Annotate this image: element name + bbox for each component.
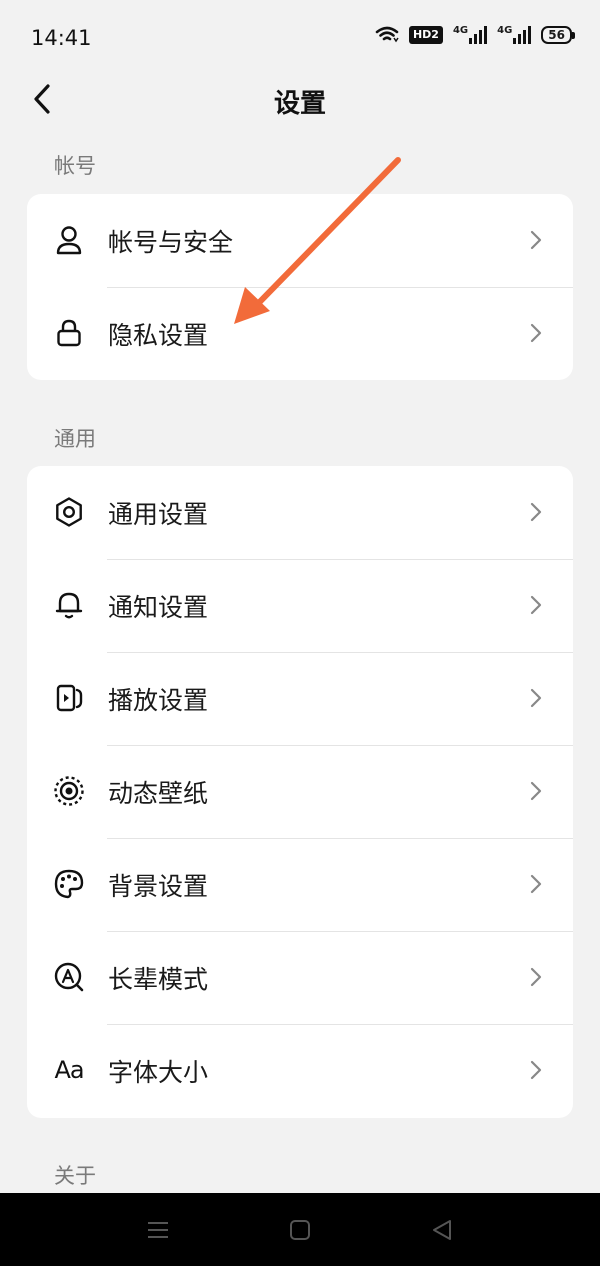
settings-row-label: 通知设置	[108, 592, 209, 622]
font-size-icon: Aa	[54, 1056, 84, 1084]
top-bar: 设置	[0, 75, 600, 125]
section-label-about: 关于	[54, 1164, 96, 1188]
palette-icon	[53, 868, 85, 900]
section-label-general: 通用	[54, 427, 96, 451]
settings-row-playback[interactable]: 播放设置	[27, 652, 573, 745]
settings-row-dynamic-wallpaper[interactable]: 动态壁纸	[27, 745, 573, 838]
settings-row-label: 长辈模式	[108, 964, 209, 994]
settings-row-notification[interactable]: 通知设置	[27, 559, 573, 652]
chevron-right-icon	[530, 230, 542, 250]
chevron-right-icon	[530, 874, 542, 894]
settings-row-label: 通用设置	[108, 499, 209, 529]
chevron-right-icon	[530, 502, 542, 522]
person-icon	[53, 224, 85, 256]
elder-mode-icon	[53, 961, 85, 993]
gear-icon	[53, 496, 85, 528]
settings-row-label: 播放设置	[108, 685, 209, 715]
home-icon[interactable]	[288, 1219, 312, 1241]
settings-row-label: 字体大小	[108, 1057, 209, 1087]
status-bar: 14:41 HD2 4G 4G 56	[0, 0, 600, 75]
bell-icon	[53, 589, 85, 621]
signal-4g-1-label: 4G	[452, 25, 469, 36]
settings-row-privacy[interactable]: 隐私设置	[27, 287, 573, 380]
settings-row-account-security[interactable]: 帐号与安全	[27, 194, 573, 287]
hd-voice-badge: HD2	[408, 26, 443, 44]
chevron-right-icon	[530, 595, 542, 615]
signal-4g-1-icon: 4G	[452, 25, 488, 44]
settings-row-label: 隐私设置	[108, 320, 209, 350]
lock-icon	[53, 317, 85, 349]
settings-row-label: 动态壁纸	[108, 778, 209, 808]
menu-icon[interactable]	[146, 1219, 170, 1241]
account-card: 帐号与安全 隐私设置	[27, 194, 573, 380]
settings-row-label: 背景设置	[108, 871, 209, 901]
settings-row-elder-mode[interactable]: 长辈模式	[27, 931, 573, 1024]
section-label-account: 帐号	[54, 154, 96, 178]
chevron-right-icon	[530, 781, 542, 801]
settings-row-background[interactable]: 背景设置	[27, 838, 573, 931]
page-title: 设置	[273, 89, 326, 119]
chevron-right-icon	[530, 1060, 542, 1080]
chevron-right-icon	[530, 688, 542, 708]
signal-4g-2-icon: 4G	[497, 25, 532, 44]
status-time: 14:41	[31, 26, 92, 50]
chevron-right-icon	[530, 967, 542, 987]
dynamic-wallpaper-icon	[53, 775, 85, 807]
settings-row-label: 帐号与安全	[108, 227, 234, 257]
settings-row-font-size[interactable]: Aa 字体大小	[27, 1024, 573, 1117]
play-card-icon	[53, 682, 85, 714]
chevron-right-icon	[530, 323, 542, 343]
settings-row-general[interactable]: 通用设置	[27, 466, 573, 559]
back-triangle-icon[interactable]	[430, 1219, 454, 1241]
general-card: 通用设置 通知设置 播放设置 动态壁纸 背景设置 长辈模式 Aa 字体大小	[27, 466, 573, 1118]
battery-indicator: 56	[541, 26, 575, 44]
wifi-icon	[375, 26, 399, 43]
system-nav-bar	[0, 1193, 600, 1266]
signal-4g-2-label: 4G	[497, 25, 513, 36]
status-icons: HD2 4G 4G 56	[375, 25, 575, 45]
